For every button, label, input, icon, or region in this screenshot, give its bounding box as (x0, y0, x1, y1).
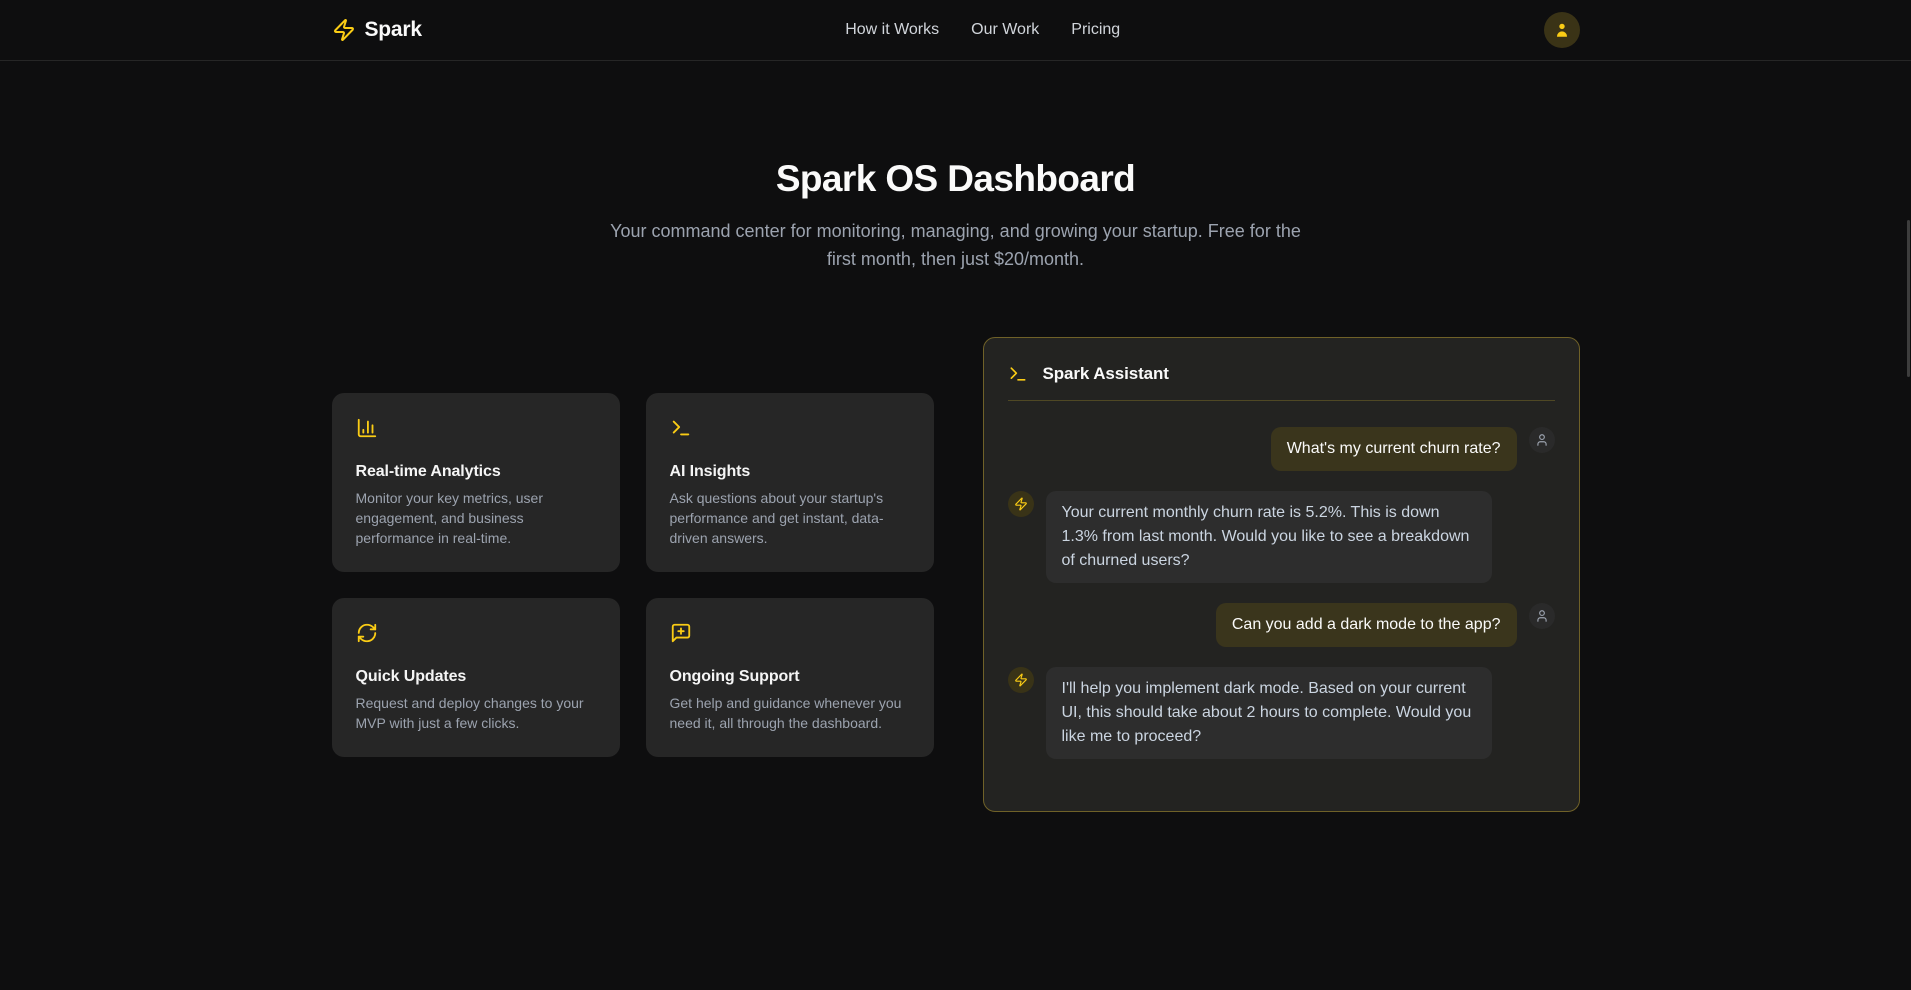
zap-icon (332, 18, 356, 42)
brand-name: Spark (365, 18, 422, 42)
user-message-bubble: Can you add a dark mode to the app? (1216, 603, 1517, 647)
message-square-plus-icon (670, 622, 910, 644)
brand-logo[interactable]: Spark (332, 18, 422, 42)
nav-link-our-work[interactable]: Our Work (971, 21, 1039, 39)
terminal-icon (1008, 364, 1028, 384)
feature-description: Monitor your key metrics, user engagemen… (356, 488, 596, 548)
assistant-avatar-zap-icon (1008, 491, 1034, 517)
terminal-icon (670, 417, 910, 439)
feature-title: Ongoing Support (670, 668, 910, 686)
nav-link-pricing[interactable]: Pricing (1071, 21, 1120, 39)
chat-message-assistant: Your current monthly churn rate is 5.2%.… (1008, 491, 1555, 583)
user-filled-icon (1553, 21, 1571, 39)
hero-section: Spark OS Dashboard Your command center f… (0, 157, 1911, 273)
feature-title: AI Insights (670, 463, 910, 481)
feature-card-ongoing-support: Ongoing Support Get help and guidance wh… (646, 598, 934, 757)
user-avatar-button[interactable] (1544, 12, 1580, 48)
assistant-panel-header: Spark Assistant (1008, 360, 1555, 388)
chat-message-user: What's my current churn rate? (1008, 427, 1555, 471)
feature-card-ai-insights: AI Insights Ask questions about your sta… (646, 393, 934, 572)
user-avatar (1529, 427, 1555, 453)
chart-column-icon (356, 417, 596, 439)
refresh-icon (356, 622, 596, 644)
user-avatar (1529, 603, 1555, 629)
chat-messages: What's my current churn rate? Your curre… (1008, 427, 1555, 759)
chat-message-user: Can you add a dark mode to the app? (1008, 603, 1555, 647)
top-nav-inner: Spark How it Works Our Work Pricing (332, 12, 1580, 48)
hero-subtitle: Your command center for monitoring, mana… (608, 217, 1304, 273)
feature-title: Real-time Analytics (356, 463, 596, 481)
feature-grid: Real-time Analytics Monitor your key met… (332, 393, 934, 757)
feature-description: Request and deploy changes to your MVP w… (356, 693, 596, 733)
feature-card-quick-updates: Quick Updates Request and deploy changes… (332, 598, 620, 757)
feature-title: Quick Updates (356, 668, 596, 686)
user-message-bubble: What's my current churn rate? (1271, 427, 1517, 471)
feature-description: Get help and guidance whenever you need … (670, 693, 910, 733)
assistant-message-bubble: Your current monthly churn rate is 5.2%.… (1046, 491, 1492, 583)
nav-link-how-it-works[interactable]: How it Works (845, 21, 939, 39)
nav-links: How it Works Our Work Pricing (422, 21, 1544, 39)
spark-assistant-panel: Spark Assistant What's my current churn … (983, 337, 1580, 812)
panel-divider (1008, 400, 1555, 401)
page-title: Spark OS Dashboard (0, 157, 1911, 201)
chat-message-assistant: I'll help you implement dark mode. Based… (1008, 667, 1555, 759)
feature-description: Ask questions about your startup's perfo… (670, 488, 910, 548)
top-nav: Spark How it Works Our Work Pricing (0, 0, 1911, 61)
assistant-panel-title: Spark Assistant (1043, 364, 1169, 384)
feature-card-realtime-analytics: Real-time Analytics Monitor your key met… (332, 393, 620, 572)
main-content: Real-time Analytics Monitor your key met… (332, 337, 1580, 812)
vertical-scrollbar-thumb[interactable] (1907, 220, 1910, 377)
assistant-message-bubble: I'll help you implement dark mode. Based… (1046, 667, 1492, 759)
assistant-avatar-zap-icon (1008, 667, 1034, 693)
